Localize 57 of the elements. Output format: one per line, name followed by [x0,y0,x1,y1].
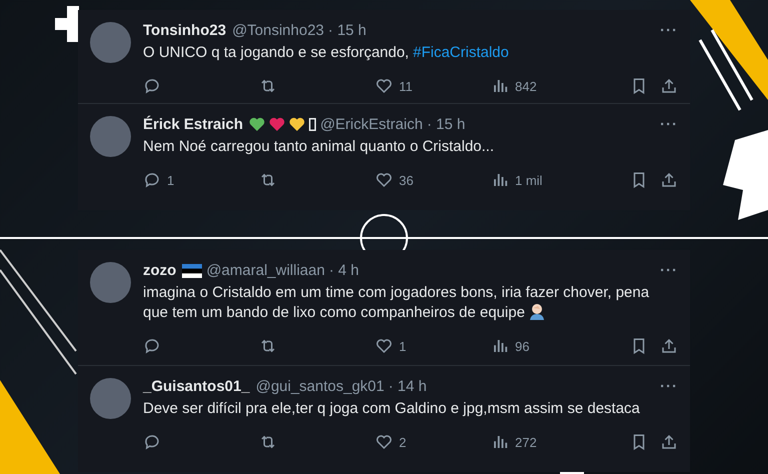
repost-icon [259,433,277,451]
reply-button[interactable]: 1 [143,171,259,189]
post-time[interactable]: · 15 h [328,22,366,39]
tweet-text: Deve ser difícil pra ele,ter q joga com Galdino e jpg,msm assim se destaca [143,400,640,417]
user-name[interactable]: zozo [143,262,176,279]
like-icon [375,337,393,355]
repost-icon [259,171,277,189]
avatar-photo-placeholder[interactable] [90,262,131,303]
user-handle[interactable]: @ErickEstraich [320,116,423,133]
views-icon [491,433,509,451]
more-menu-button[interactable]: ··· [660,378,678,395]
tweet-text: Nem Noé carregou tanto animal quanto o Cristaldo... [143,138,494,155]
flag-icon [182,264,202,278]
views-icon [491,337,509,355]
post-time[interactable]: · 4 h [328,262,359,279]
reply-icon [143,337,161,355]
user-handle[interactable]: @gui_santos_gk01 [256,378,384,395]
user-handle[interactable]: @amaral_williaan [206,262,325,279]
user-name[interactable]: Tonsinho23 [143,22,226,39]
user-name[interactable]: Érick Estraich [143,116,244,133]
repost-icon [259,337,277,355]
like-icon [375,77,393,95]
avatar-photo-placeholder[interactable] [90,116,131,157]
like-icon [375,433,393,451]
reply-icon [143,77,161,95]
like-button[interactable]: 11 [375,77,491,95]
views-button[interactable]: 1 mil [491,171,607,189]
share-icon[interactable] [660,337,678,355]
more-menu-button[interactable]: ··· [660,262,678,279]
user-name[interactable]: _Guisantos01_ [143,378,250,395]
share-icon[interactable] [660,433,678,451]
share-icon[interactable] [660,171,678,189]
like-button[interactable]: 1 [375,337,491,355]
avatar-photo-placeholder[interactable] [90,22,131,63]
hashtag-link[interactable]: #FicaCristaldo [412,44,509,61]
more-menu-button[interactable]: ··· [660,116,678,133]
tweet-text: imagina o Cristaldo em um time com jogadores bons, iria fazer chover, pena que tem um bando de lixo como companheiros de equipe [143,284,650,321]
repost-icon [259,77,277,95]
like-button[interactable]: 2 [375,433,491,451]
views-icon [491,77,509,95]
views-button[interactable]: 96 [491,337,607,355]
more-menu-button[interactable]: ··· [660,22,678,39]
avatar-photo-placeholder[interactable] [90,378,131,419]
like-button[interactable]: 36 [375,171,491,189]
views-icon [491,171,509,189]
facepalm-emoji-icon [528,303,545,320]
reply-icon [143,433,161,451]
share-icon[interactable] [660,77,678,95]
reply-icon [143,171,161,189]
tweet-text: O UNICO q ta jogando e se esforçando, #FicaCristaldo [143,44,509,61]
post-time[interactable]: · 15 h [426,116,466,133]
like-icon [375,171,393,189]
user-handle[interactable]: @Tonsinho23 [232,22,324,39]
missing-glyph-icon [309,118,316,131]
views-button[interactable]: 272 [491,433,607,451]
post-time[interactable]: · 14 h [388,378,427,395]
views-button[interactable]: 842 [491,77,607,95]
